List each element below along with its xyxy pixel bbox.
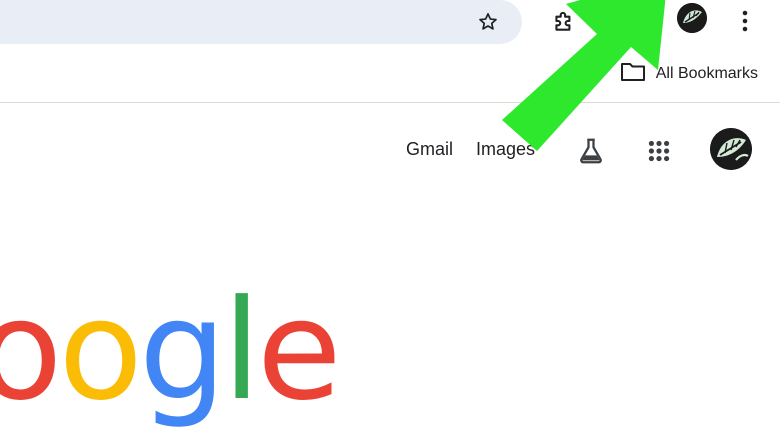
star-icon[interactable] [475,9,501,35]
browser-toolbar [0,0,780,50]
apps-grid-icon[interactable] [642,134,676,168]
logo-letter: g [138,270,227,431]
all-bookmarks-label: All Bookmarks [655,65,758,82]
more-menu-icon[interactable] [734,6,756,36]
folder-icon [620,61,646,88]
bookmarks-bar: All Bookmarks [0,50,780,103]
google-logo: oogle [0,282,342,420]
gmail-link[interactable]: Gmail [406,139,453,160]
labs-flask-icon[interactable] [574,134,608,168]
profile-avatar[interactable] [677,3,707,33]
logo-letter: l [222,270,260,431]
logo-letter: o [0,270,62,431]
images-link[interactable]: Images [476,139,535,160]
logo-letter: o [58,270,142,431]
all-bookmarks-button[interactable]: All Bookmarks [620,61,758,87]
address-bar[interactable] [0,0,522,44]
account-avatar[interactable] [710,128,752,170]
extensions-icon[interactable] [549,6,579,36]
logo-letter: e [256,270,342,431]
